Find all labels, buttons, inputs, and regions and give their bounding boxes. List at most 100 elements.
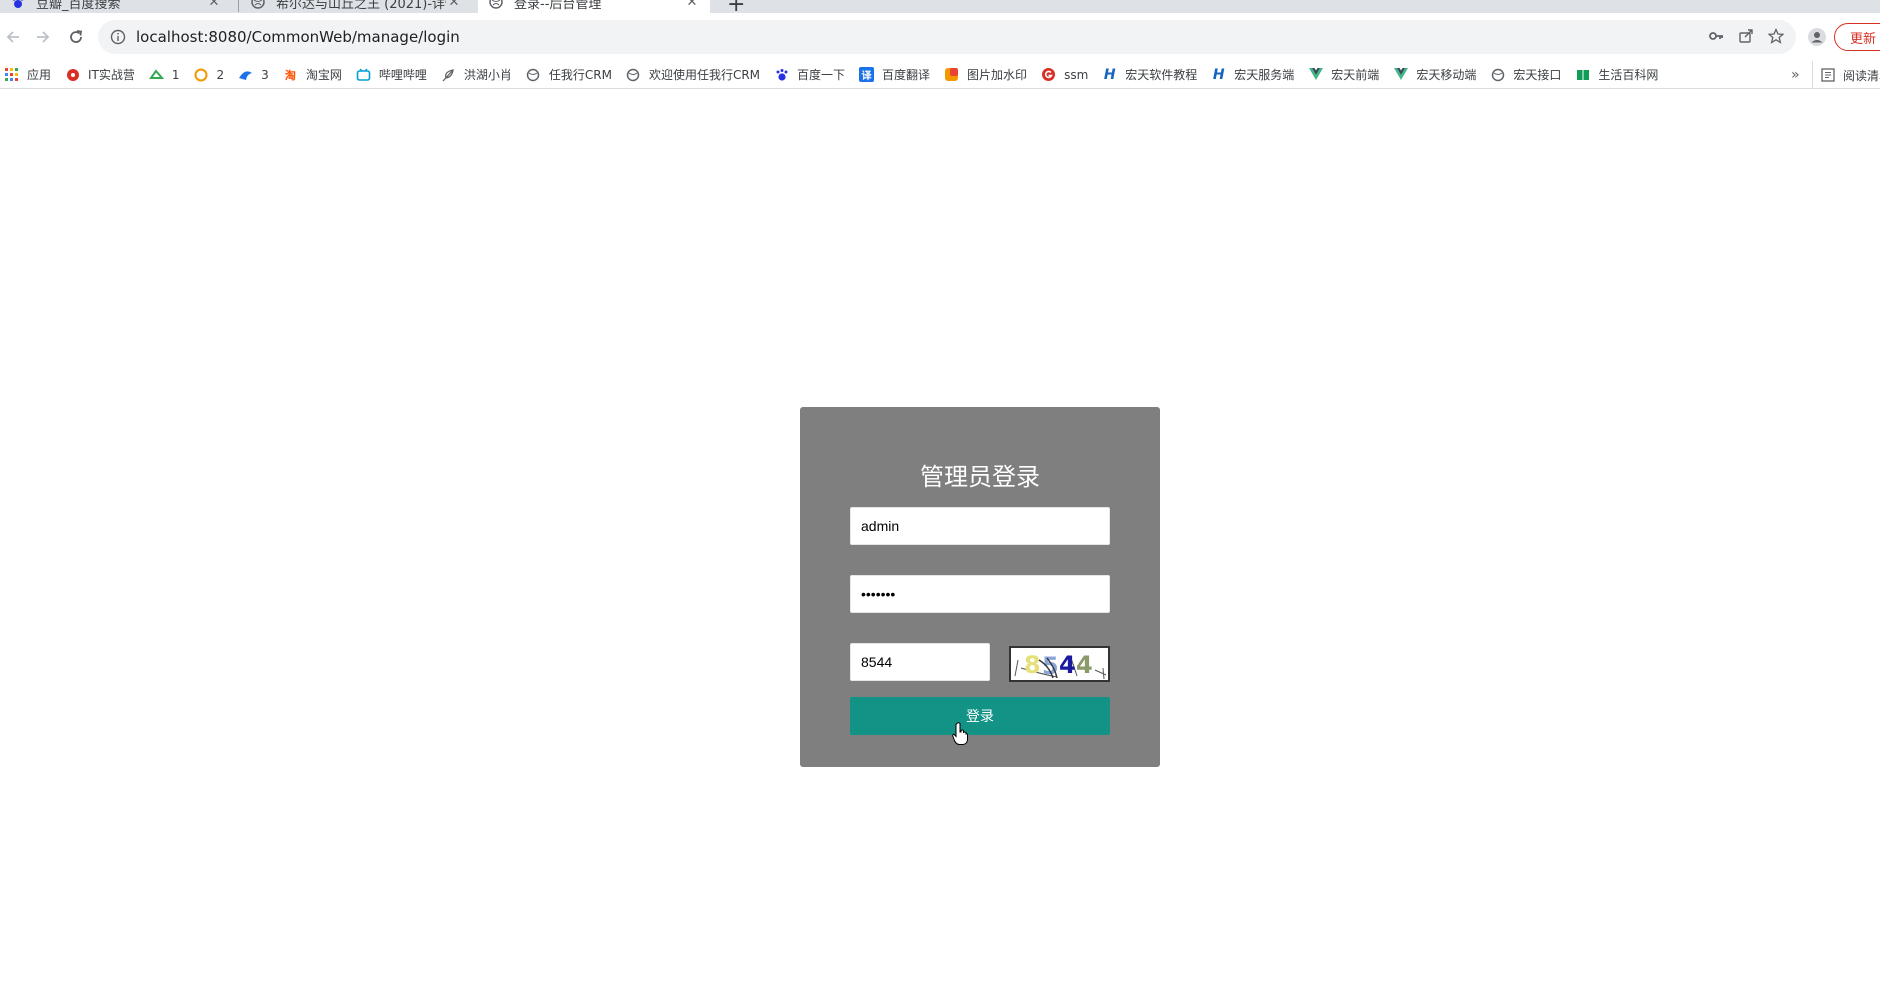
bookmark-taobao[interactable]: 淘 淘宝网 bbox=[276, 63, 349, 87]
bookmark-hongtian-frontend[interactable]: 宏天前端 bbox=[1301, 63, 1386, 87]
bookmark-label: 宏天服务端 bbox=[1234, 68, 1295, 82]
login-title: 管理员登录 bbox=[920, 463, 1040, 491]
info-icon[interactable] bbox=[110, 29, 126, 45]
update-button[interactable]: 更新 bbox=[1834, 23, 1880, 51]
captcha-image[interactable]: 8 5 4 4 bbox=[1009, 646, 1110, 682]
bookmark-baidu[interactable]: 百度一下 bbox=[767, 63, 852, 87]
bookmark-label: 宏天软件教程 bbox=[1125, 68, 1198, 82]
baidu-paw-icon bbox=[10, 0, 26, 10]
captcha-char: 8 bbox=[1024, 651, 1041, 679]
close-icon[interactable]: ✕ bbox=[684, 0, 700, 10]
bookmark-label: 哔哩哔哩 bbox=[378, 68, 427, 82]
bookmarks-bar: 应用 IT实战营 1 2 3 淘 淘宝网 哔哩哔哩 洪湖小肖 任我行CRM 欢迎… bbox=[0, 61, 1880, 89]
close-icon[interactable]: ✕ bbox=[206, 0, 222, 10]
bookmark-2[interactable]: 2 bbox=[187, 63, 232, 87]
bookmark-baidu-translate[interactable]: 译 百度翻译 bbox=[852, 63, 937, 87]
bookmark-apps[interactable]: 应用 bbox=[0, 63, 58, 87]
globe-icon bbox=[488, 0, 504, 10]
bookmark-label: 应用 bbox=[27, 68, 52, 82]
url-text[interactable]: localhost:8080/CommonWeb/manage/login bbox=[136, 28, 460, 46]
vue-icon bbox=[1308, 67, 1323, 82]
tab-login-active[interactable]: 登录--后台管理 ✕ bbox=[478, 0, 710, 13]
bookmark-label: 阅读清单 bbox=[1843, 68, 1880, 83]
reading-list-button[interactable]: 阅读清单 bbox=[1812, 61, 1880, 88]
tab-title: 豆瓣_百度搜索 bbox=[36, 0, 121, 12]
captcha-char: 4 bbox=[1059, 651, 1076, 679]
bookmark-label: 百度一下 bbox=[797, 68, 846, 82]
bookmark-label: IT实战营 bbox=[88, 68, 135, 82]
tab-strip: 豆瓣_百度搜索 ✕ 希尔达与山丘之王 (2021)-详情 ✕ 登录--后台管理 … bbox=[0, 0, 1880, 13]
translate-icon: 译 bbox=[859, 67, 875, 82]
bookmark-honghu[interactable]: 洪湖小肖 bbox=[434, 63, 519, 87]
tab-separator bbox=[238, 0, 239, 12]
bookmark-it-shizhanying[interactable]: IT实战营 bbox=[58, 63, 142, 87]
bookmark-label: 图片加水印 bbox=[967, 68, 1028, 82]
bookmark-hongtian-api[interactable]: 宏天接口 bbox=[1483, 63, 1568, 87]
login-button[interactable]: 登录 bbox=[850, 697, 1110, 735]
close-icon[interactable]: ✕ bbox=[446, 0, 462, 10]
bookmark-label: 宏天前端 bbox=[1331, 68, 1380, 82]
bookmark-label: ssm bbox=[1064, 67, 1089, 82]
bookmark-ssm[interactable]: ssm bbox=[1034, 63, 1095, 87]
bookmark-hongtian-server[interactable]: H 宏天服务端 bbox=[1204, 63, 1301, 87]
bookmark-label: 淘宝网 bbox=[305, 68, 342, 82]
new-tab-button[interactable]: + bbox=[727, 0, 745, 13]
h-logo-icon: H bbox=[1103, 66, 1116, 83]
globe-icon bbox=[626, 67, 641, 82]
omnibox-actions bbox=[1708, 27, 1785, 48]
baidu-paw-icon bbox=[774, 67, 789, 82]
bookmark-life-wiki[interactable]: 生活百科网 bbox=[1568, 63, 1665, 87]
reload-icon[interactable] bbox=[63, 24, 89, 50]
bookmark-label: 洪湖小肖 bbox=[463, 68, 512, 82]
vue-icon bbox=[1393, 67, 1408, 82]
bookmark-hongtian-tutorial[interactable]: H 宏天软件教程 bbox=[1095, 63, 1204, 87]
bookmark-label: 任我行CRM bbox=[548, 68, 612, 82]
red-g-icon bbox=[1041, 67, 1056, 82]
blue-bird-icon bbox=[238, 67, 253, 82]
feather-icon bbox=[441, 67, 456, 82]
hand-cursor-icon bbox=[952, 722, 968, 745]
taobao-icon: 淘 bbox=[284, 68, 296, 82]
profile-avatar-icon[interactable] bbox=[1804, 24, 1830, 50]
tab-title: 登录--后台管理 bbox=[514, 0, 602, 12]
bookmark-welcome-crm[interactable]: 欢迎使用任我行CRM bbox=[619, 63, 767, 87]
share-icon[interactable] bbox=[1738, 28, 1754, 48]
tab-hilda-detail[interactable]: 希尔达与山丘之王 (2021)-详情 ✕ bbox=[240, 0, 472, 13]
login-panel: 管理员登录 8 5 4 4 登录 bbox=[800, 407, 1160, 767]
tab-baidu-douban[interactable]: 豆瓣_百度搜索 ✕ bbox=[0, 0, 232, 13]
back-arrow-icon[interactable] bbox=[0, 24, 26, 50]
bookmarks-more-button[interactable]: » bbox=[1791, 61, 1800, 88]
bilibili-icon bbox=[356, 67, 371, 82]
h-logo-icon: H bbox=[1212, 66, 1225, 83]
bookmark-3[interactable]: 3 bbox=[231, 63, 276, 87]
red-circle-icon bbox=[65, 67, 80, 82]
bookmark-watermark[interactable]: 图片加水印 bbox=[937, 63, 1034, 87]
bookmark-label: 生活百科网 bbox=[1598, 68, 1659, 82]
forward-arrow-icon[interactable] bbox=[30, 24, 56, 50]
bookmark-label: 宏天移动端 bbox=[1416, 68, 1477, 82]
bookmark-label: 3 bbox=[261, 67, 269, 82]
globe-icon bbox=[526, 67, 541, 82]
reading-list-icon bbox=[1820, 68, 1835, 83]
tab-title: 希尔达与山丘之王 (2021)-详情 bbox=[276, 0, 446, 12]
photo-icon bbox=[944, 67, 959, 82]
green-book-icon bbox=[1575, 67, 1590, 82]
bookmark-bilibili[interactable]: 哔哩哔哩 bbox=[349, 63, 434, 87]
globe-icon bbox=[1490, 67, 1505, 82]
address-bar[interactable]: localhost:8080/CommonWeb/manage/login bbox=[98, 20, 1796, 54]
bookmark-label: 百度翻译 bbox=[882, 68, 931, 82]
bookmark-label: 1 bbox=[171, 67, 180, 82]
orange-leaf-icon bbox=[194, 67, 209, 82]
bookmark-hongtian-mobile[interactable]: 宏天移动端 bbox=[1386, 63, 1483, 87]
bookmark-1[interactable]: 1 bbox=[142, 63, 187, 87]
bookmark-label: 2 bbox=[216, 67, 225, 82]
username-input[interactable] bbox=[850, 507, 1110, 545]
bookmark-label: 宏天接口 bbox=[1513, 68, 1562, 82]
star-icon[interactable] bbox=[1767, 27, 1785, 48]
password-input[interactable] bbox=[850, 575, 1110, 613]
apps-grid-icon bbox=[4, 67, 19, 82]
bookmark-renwoxing-crm[interactable]: 任我行CRM bbox=[519, 63, 619, 87]
key-icon[interactable] bbox=[1708, 28, 1724, 48]
globe-icon bbox=[250, 0, 266, 10]
captcha-input[interactable] bbox=[850, 643, 990, 681]
